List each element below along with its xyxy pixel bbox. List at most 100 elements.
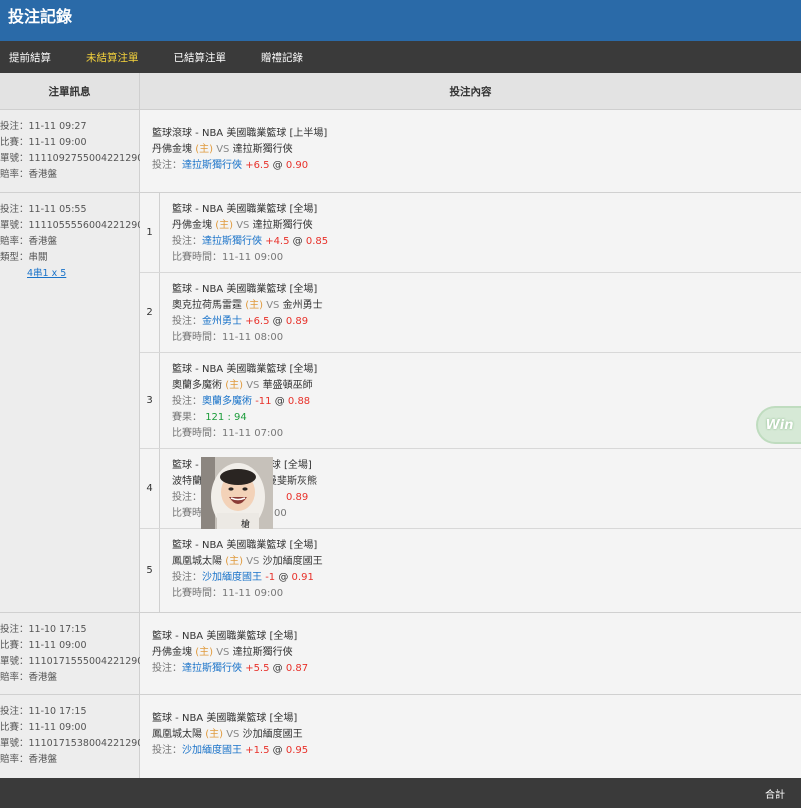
away-team: 沙加緬度國王	[262, 556, 323, 568]
bet-label: 投注：	[172, 492, 202, 504]
bet-info: 投注：11-10 17:15 比賽：11-11 09:00 單號：1110171…	[0, 695, 143, 778]
bet-content: 籃球滾球 - NBA 美國職業籃球 [上半場] 丹佛金塊 (主) VS 達拉斯獨…	[140, 110, 801, 192]
column-header-info: 注單訊息	[0, 73, 140, 109]
at-sign: @	[278, 572, 289, 584]
away-team: 沙加緬度國王	[242, 729, 303, 740]
leg-number: 5	[140, 529, 160, 612]
match-time: 比賽時間：11-11 09:00	[172, 252, 284, 263]
bet-label: 投注：	[172, 236, 202, 247]
leg-content: 籃球 - NBA 美國職業籃球 [全場] 鳳凰城太陽 (主) VS 沙加緬度國王…	[160, 529, 801, 612]
tab-unsettled[interactable]: 未結算注單	[77, 50, 139, 65]
column-header-content: 投注內容	[449, 85, 492, 98]
bet-info: 投注：11-11 09:27 比賽：11-11 09:00 單號：1111092…	[0, 110, 144, 192]
matchup: 丹佛金塊 (主) VS 達拉斯獨行俠	[152, 142, 801, 158]
pick-team: 達拉斯獨行俠	[182, 663, 242, 674]
parlay-leg: 1 籃球 - NBA 美國職業籃球 [全場] 丹佛金塊 (主) VS 達拉斯獨行…	[140, 193, 801, 273]
match-time: 比賽時間：11-11 08:00	[172, 331, 284, 343]
at-sign: @	[272, 160, 283, 171]
odds-value: 0.85	[305, 236, 329, 247]
handicap-line: -1	[265, 572, 276, 584]
matchup: 鳳凰城太陽 (主) VS 沙加緬度國王	[172, 554, 801, 570]
match-result: 賽果： 121 : 94	[172, 410, 801, 426]
vs-label: VS	[246, 556, 260, 568]
bet-order-parlay: 投注：11-11 05:55 單號：1111055556004221290 賠率…	[0, 193, 801, 613]
host-tag: (主)	[225, 379, 243, 391]
bet-selection: 投注：達拉斯獨行俠 +5.5 @ 0.87	[152, 661, 801, 677]
bet-label: 投注：	[172, 315, 202, 327]
market-name: 籃球 - NBA 美國職業籃球 [全場]	[172, 363, 318, 375]
bet-selection: 投注：達拉斯獨行俠 +6.5 @ 0.90	[152, 158, 801, 174]
bet-selection: 投注：金州勇士 +6.5 @ 0.89	[172, 314, 801, 330]
odds-value: 0.88	[287, 395, 311, 407]
market-name: 籃球滾球 - NBA 美國職業籃球 [上半場]	[152, 128, 328, 139]
handicap-line: +6.5	[245, 160, 270, 171]
summary-bar: 合計	[0, 778, 801, 808]
market-name: 籃球 - NBA 美國職業籃球 [全場]	[172, 540, 318, 552]
home-team: 波特蘭	[172, 476, 202, 488]
handicap-line: -11	[255, 395, 272, 407]
tab-gift-records[interactable]: 贈禮記錄	[252, 50, 303, 65]
pick-team: 奧蘭多魔術	[202, 395, 252, 407]
matchup: 鳳凰城太陽 (主) VS 沙加緬度國王	[152, 727, 801, 743]
odds-type: 賠率：香港盤	[0, 236, 58, 247]
bet-label: 投注：	[172, 572, 202, 584]
parlay-detail-link[interactable]: 4串1 x 5	[0, 266, 139, 282]
host-tag: (主)	[205, 729, 223, 740]
host-tag: (主)	[215, 220, 233, 231]
home-team: 鳳凰城太陽	[152, 729, 202, 740]
ticket-number: 單號：1111092755004221290	[0, 153, 144, 164]
match-time-end: 00	[274, 508, 287, 520]
bet-content: 籃球 - NBA 美國職業籃球 [全場] 鳳凰城太陽 (主) VS 沙加緬度國王…	[140, 695, 801, 778]
home-team: 奧蘭多魔術	[172, 379, 222, 391]
odds-type: 賠率：香港盤	[0, 672, 58, 683]
vs-label: VS	[236, 220, 250, 231]
market-name: 籃球 - NBA 美國職業籃球 [全場]	[152, 713, 298, 724]
handicap-line: +1.5	[245, 745, 270, 756]
market-name-end: 球 [全場]	[270, 460, 312, 472]
at-sign: @	[272, 745, 283, 756]
pick-team: 達拉斯獨行俠	[182, 160, 242, 171]
leg-number: 1	[140, 193, 160, 272]
matchup: 奧蘭多魔術 (主) VS 華盛頓巫師	[172, 378, 801, 394]
odds-value: 0.87	[285, 663, 309, 674]
page-title: 投注記錄	[8, 7, 73, 26]
match-time: 比賽時間：11-11 09:00	[172, 588, 284, 600]
bet-label: 投注：	[172, 395, 202, 407]
ticket-number: 單號：1110171555004221290	[0, 656, 144, 667]
tab-early-settle[interactable]: 提前結算	[0, 50, 51, 65]
total-label: 合計	[765, 789, 785, 801]
parlay-legs: 1 籃球 - NBA 美國職業籃球 [全場] 丹佛金塊 (主) VS 達拉斯獨行…	[140, 193, 801, 612]
vs-label: VS	[216, 647, 230, 658]
match-time: 比賽：11-11 09:00	[0, 137, 87, 148]
match-time-start: 比賽時	[172, 508, 202, 520]
vs-label: VS	[216, 144, 230, 155]
bet-content: 籃球 - NBA 美國職業籃球 [全場] 丹佛金塊 (主) VS 達拉斯獨行俠 …	[140, 613, 801, 694]
at-sign: @	[292, 236, 303, 247]
bet-selection: 投注：奧蘭多魔術 -11 @ 0.88	[172, 394, 801, 410]
vs-label: VS	[246, 379, 260, 391]
bet-type: 類型：串關	[0, 252, 48, 263]
away-team: 達拉斯獨行俠	[232, 144, 293, 155]
match-time: 比賽時間：11-11 07:00	[172, 427, 284, 439]
pick-team: 金州勇士	[202, 315, 242, 327]
host-tag: (主)	[195, 647, 213, 658]
bet-label: 投注：	[152, 160, 182, 171]
pick-team: 達拉斯獨行俠	[202, 236, 262, 247]
page-header: 投注記錄	[0, 0, 801, 41]
bet-info: 投注：11-11 05:55 單號：1111055556004221290 賠率…	[0, 193, 143, 612]
host-tag: (主)	[245, 299, 263, 311]
match-time: 比賽：11-11 09:00	[0, 640, 87, 651]
away-team: 達拉斯獨行俠	[252, 220, 313, 231]
matchup: 丹佛金塊 (主) VS 達拉斯獨行俠	[152, 645, 801, 661]
child-sticker-graphic	[201, 457, 273, 529]
tab-settled[interactable]: 已結算注單	[165, 50, 227, 65]
handicap-line: +6.5	[245, 315, 270, 327]
odds-type: 賠率：香港盤	[0, 169, 58, 180]
odds-value: 0.89	[286, 492, 309, 504]
sticker-caption: 槍	[241, 520, 251, 529]
odds-value: 0.91	[291, 572, 314, 584]
home-team: 奧克拉荷馬雷霆	[172, 299, 242, 311]
win-badge-icon[interactable]: Win	[756, 406, 801, 444]
at-sign: @	[274, 395, 285, 407]
odds-type: 賠率：香港盤	[0, 754, 58, 765]
